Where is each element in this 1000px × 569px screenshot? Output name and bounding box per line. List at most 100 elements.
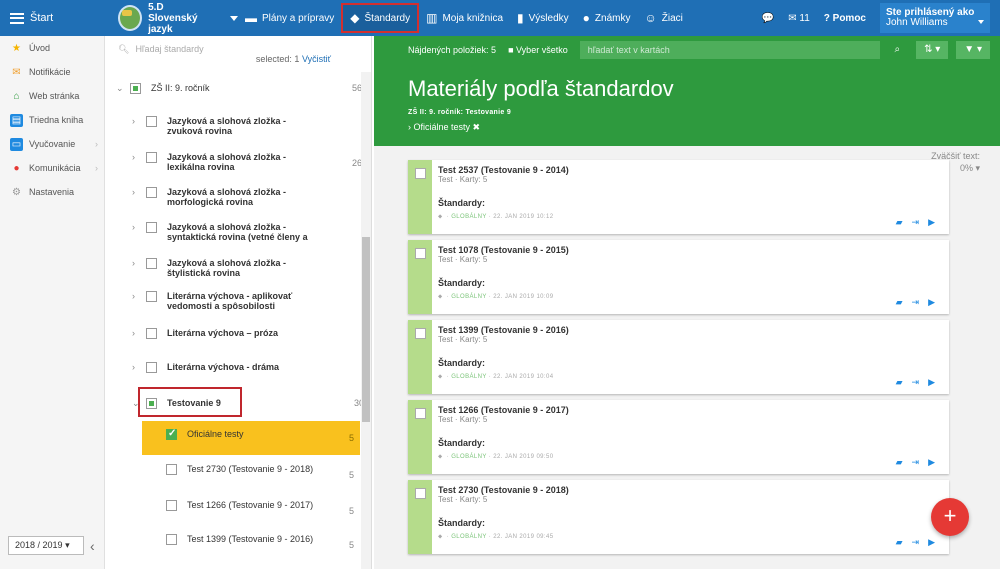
card-checkbox[interactable] bbox=[415, 328, 426, 339]
assign-icon[interactable]: ⇥ bbox=[912, 457, 920, 468]
sidebar-item-classbook[interactable]: ▤ Triedna kniha bbox=[0, 108, 104, 132]
card-title[interactable]: Test 2537 (Testovanie 9 - 2014) bbox=[438, 165, 943, 175]
assign-icon[interactable]: ⇥ bbox=[912, 377, 920, 388]
tree-item[interactable]: Test 1399 (Testovanie 9 - 2016) 5 bbox=[166, 534, 360, 550]
help-button[interactable]: ? Pomoc bbox=[824, 13, 866, 24]
tree-item[interactable]: › Literárna výchova - aplikovať vedomosti… bbox=[132, 291, 371, 311]
select-all-toggle[interactable]: ■ Vyber všetko bbox=[508, 45, 568, 55]
tree-item[interactable]: › Jazyková a slohová zložka - syntaktická… bbox=[132, 222, 371, 242]
start-menu-button[interactable]: Štart bbox=[0, 12, 103, 24]
checkbox[interactable] bbox=[146, 187, 157, 198]
sidebar-item-communication[interactable]: ● Komunikácia › bbox=[0, 156, 104, 180]
card-checkbox[interactable] bbox=[415, 168, 426, 179]
tree-item[interactable]: › Jazyková a slohová zložka - štylistická… bbox=[132, 258, 371, 278]
assign-icon[interactable]: ⇥ bbox=[912, 537, 920, 548]
year-select[interactable]: 2018 / 2019 ▾ bbox=[8, 536, 84, 555]
folder-icon[interactable]: ▰ bbox=[896, 297, 903, 308]
chat-icon[interactable]: 💬 bbox=[762, 13, 774, 24]
play-icon[interactable]: ▶ bbox=[928, 217, 935, 228]
play-icon[interactable]: ▶ bbox=[928, 377, 935, 388]
card-title[interactable]: Test 1266 (Testovanie 9 - 2017) bbox=[438, 405, 943, 415]
checkbox[interactable] bbox=[146, 258, 157, 269]
chevron-right-icon[interactable]: › bbox=[132, 362, 146, 372]
material-card[interactable]: Test 1399 (Testovanie 9 - 2016) Test · Ka… bbox=[408, 320, 949, 394]
search-icon[interactable]: ⌕ bbox=[887, 41, 909, 59]
card-title[interactable]: Test 1399 (Testovanie 9 - 2016) bbox=[438, 325, 943, 335]
sidebar-item-settings[interactable]: ⚙ Nastavenia bbox=[0, 180, 104, 204]
card-checkbox[interactable] bbox=[415, 408, 426, 419]
tree-item[interactable]: › Jazyková a slohová zložka - morfologick… bbox=[132, 187, 371, 207]
material-card[interactable]: Test 2730 (Testovanie 9 - 2018) Test · Ka… bbox=[408, 480, 949, 554]
close-icon[interactable]: ✖ bbox=[473, 122, 481, 132]
search-input[interactable]: Hľadaj štandardy bbox=[135, 44, 203, 54]
chevron-right-icon[interactable]: › bbox=[132, 222, 146, 232]
clear-selection-link[interactable]: Vyčistiť bbox=[302, 54, 331, 64]
chevron-right-icon[interactable]: › bbox=[132, 152, 146, 162]
chevron-right-icon[interactable]: › bbox=[132, 187, 146, 197]
play-icon[interactable]: ▶ bbox=[928, 457, 935, 468]
sidebar-item-intro[interactable]: ★ Úvod bbox=[0, 36, 104, 60]
checkbox[interactable] bbox=[146, 116, 157, 127]
material-card[interactable]: Test 1266 (Testovanie 9 - 2017) Test · Ka… bbox=[408, 400, 949, 474]
folder-icon[interactable]: ▰ bbox=[896, 537, 903, 548]
checkbox[interactable] bbox=[166, 500, 177, 511]
card-checkbox[interactable] bbox=[415, 248, 426, 259]
standards-search[interactable]: 🔍︎ Hľadaj štandardy bbox=[106, 36, 371, 62]
tree-item[interactable]: › Literárna výchova – próza bbox=[132, 328, 371, 339]
material-card[interactable]: Test 1078 (Testovanie 9 - 2015) Test · Ka… bbox=[408, 240, 949, 314]
checkbox[interactable] bbox=[130, 83, 141, 94]
tree-item[interactable]: Test 2730 (Testovanie 9 - 2018) 5 bbox=[166, 464, 360, 480]
chevron-right-icon[interactable]: › bbox=[132, 258, 146, 268]
card-title[interactable]: Test 1078 (Testovanie 9 - 2015) bbox=[438, 245, 943, 255]
sidebar-item-teaching[interactable]: ▭ Vyučovanie › bbox=[0, 132, 104, 156]
chevron-down-icon[interactable]: ⌄ bbox=[116, 83, 130, 94]
nav-library[interactable]: ▥ Moja knižnica bbox=[419, 0, 510, 36]
card-title[interactable]: Test 2730 (Testovanie 9 - 2018) bbox=[438, 485, 943, 495]
tree-root-row[interactable]: ⌄ ZŠ II: 9. ročník 56 bbox=[116, 83, 370, 94]
folder-icon[interactable]: ▰ bbox=[896, 457, 903, 468]
checkbox[interactable] bbox=[146, 328, 157, 339]
collapse-sidebar-icon[interactable]: ‹ bbox=[90, 538, 95, 554]
tree-item-official-tests[interactable]: Oficiálne testy 5 bbox=[142, 421, 360, 455]
tree-item[interactable]: › Literárna výchova - dráma bbox=[132, 362, 371, 373]
sort-button[interactable]: ⇅ ▾ bbox=[916, 41, 949, 59]
folder-icon[interactable]: ▰ bbox=[896, 217, 903, 228]
messages-button[interactable]: ✉ 11 bbox=[788, 13, 810, 24]
tree-item[interactable]: Test 1266 (Testovanie 9 - 2017) 5 bbox=[166, 500, 360, 516]
checkbox[interactable] bbox=[146, 152, 157, 163]
checkbox[interactable] bbox=[166, 534, 177, 545]
assign-icon[interactable]: ⇥ bbox=[912, 217, 920, 228]
play-icon[interactable]: ▶ bbox=[928, 297, 935, 308]
tree-scrollbar[interactable] bbox=[361, 72, 371, 569]
nav-plans[interactable]: ▬ Plány a prípravy bbox=[238, 0, 341, 36]
checkbox[interactable] bbox=[166, 464, 177, 475]
play-icon[interactable]: ▶ bbox=[928, 537, 935, 548]
filter-chip[interactable]: › Oficiálne testy ✖ bbox=[408, 122, 480, 133]
nav-standards[interactable]: ◆ Štandardy bbox=[341, 3, 420, 33]
chevron-right-icon[interactable]: › bbox=[132, 116, 146, 126]
scrollbar-thumb[interactable] bbox=[362, 237, 370, 422]
class-selector[interactable]: 5.D Slovenský jazyk bbox=[118, 2, 238, 35]
tree-item[interactable]: › Jazyková a slohová zložka - zvuková rov… bbox=[132, 116, 371, 136]
card-checkbox[interactable] bbox=[415, 488, 426, 499]
tree-item[interactable]: › Jazyková a slohová zložka - lexikálna r… bbox=[132, 152, 371, 172]
chevron-right-icon[interactable]: › bbox=[132, 291, 146, 301]
material-card[interactable]: Test 2537 (Testovanie 9 - 2014) Test · Ka… bbox=[408, 160, 949, 234]
sidebar-item-notifications[interactable]: ✉ Notifikácie bbox=[0, 60, 104, 84]
nav-grades[interactable]: ● Známky bbox=[576, 0, 638, 36]
checkbox[interactable] bbox=[146, 291, 157, 302]
checkbox[interactable] bbox=[166, 428, 177, 440]
nav-results[interactable]: ▮ Výsledky bbox=[510, 0, 576, 36]
add-button[interactable]: + bbox=[931, 498, 969, 536]
checkbox[interactable] bbox=[146, 362, 157, 373]
sidebar-item-website[interactable]: ⌂ Web stránka bbox=[0, 84, 104, 108]
card-strip bbox=[408, 160, 432, 234]
chevron-right-icon[interactable]: › bbox=[132, 328, 146, 338]
folder-icon[interactable]: ▰ bbox=[896, 377, 903, 388]
nav-students[interactable]: ☺ Žiaci bbox=[637, 0, 689, 36]
checkbox[interactable] bbox=[146, 222, 157, 233]
assign-icon[interactable]: ⇥ bbox=[912, 297, 920, 308]
user-menu[interactable]: Ste prihlásený ako John Williams bbox=[880, 3, 990, 33]
card-search-input[interactable]: hľadať text v kartách bbox=[579, 41, 880, 59]
filter-button[interactable]: ▼ ▾ bbox=[956, 41, 990, 59]
